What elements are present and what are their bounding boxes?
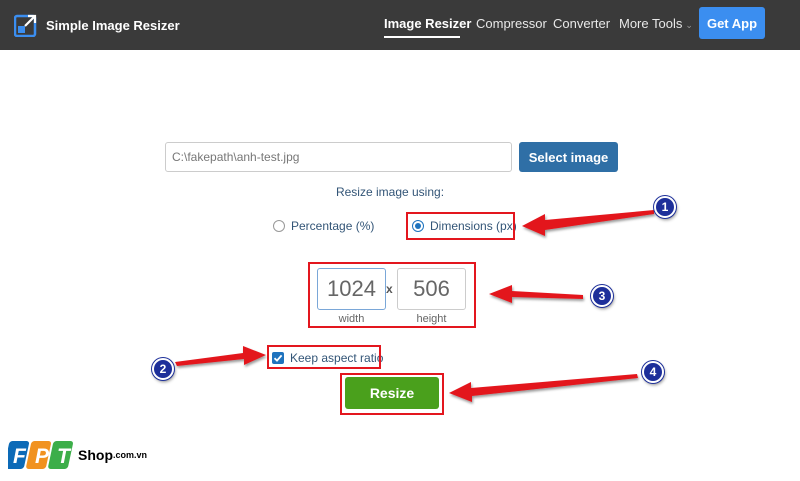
fpt-shop-watermark: F P T Shop .com.vn <box>8 438 147 472</box>
nav-more-tools[interactable]: More Tools ⌄ <box>619 16 693 31</box>
highlight-size-inputs <box>308 262 476 328</box>
file-path-input[interactable] <box>165 142 512 172</box>
nav-compressor[interactable]: Compressor <box>476 16 547 31</box>
step-badge-1: 1 <box>654 196 676 218</box>
nav-image-resizer[interactable]: Image Resizer <box>384 16 471 31</box>
arrow-3-icon <box>489 285 583 303</box>
resize-logo-icon <box>14 14 37 37</box>
percentage-radio[interactable] <box>273 220 285 232</box>
watermark-domain: .com.vn <box>113 450 148 460</box>
highlight-dimensions <box>406 212 515 240</box>
brand[interactable]: Simple Image Resizer <box>14 12 180 38</box>
brand-name: Simple Image Resizer <box>46 17 180 33</box>
arrow-2-icon <box>175 346 266 366</box>
arrow-1-icon <box>522 210 654 236</box>
nav-more-tools-label: More Tools <box>619 16 683 31</box>
svg-text:T: T <box>57 445 72 468</box>
chevron-down-icon: ⌄ <box>685 20 693 30</box>
percentage-option[interactable]: Percentage (%) <box>273 218 374 234</box>
highlight-keep-aspect <box>267 345 381 369</box>
svg-text:P: P <box>35 445 50 468</box>
fpt-logo-icon: F P T <box>8 441 74 469</box>
active-nav-underline <box>384 36 460 38</box>
svg-text:F: F <box>13 445 27 468</box>
watermark-shop: Shop <box>78 447 113 463</box>
nav-converter[interactable]: Converter <box>553 16 610 31</box>
percentage-label: Percentage (%) <box>291 219 375 233</box>
get-app-button[interactable]: Get App <box>699 7 765 39</box>
top-navbar: Simple Image Resizer Image Resizer Compr… <box>0 0 800 50</box>
highlight-resize <box>340 373 444 415</box>
arrow-4-icon <box>449 374 638 402</box>
step-badge-4: 4 <box>642 361 664 383</box>
step-badge-3: 3 <box>591 285 613 307</box>
select-image-button[interactable]: Select image <box>519 142 618 172</box>
step-badge-2: 2 <box>152 358 174 380</box>
